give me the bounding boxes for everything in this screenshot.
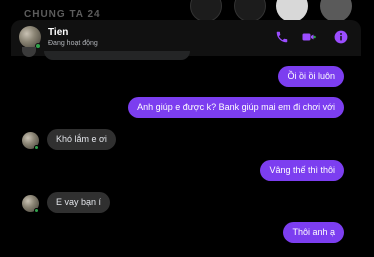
- background-button: [234, 0, 266, 22]
- background-button: [190, 0, 222, 22]
- outgoing-message[interactable]: Vâng thế thì thôi: [260, 160, 344, 181]
- background-avatar: [320, 0, 352, 22]
- contact-status: Đang hoạt động: [48, 40, 98, 47]
- contact-name[interactable]: Tien: [48, 27, 68, 38]
- online-indicator: [34, 145, 39, 150]
- background-screen-header: CHUNG TA 24: [0, 0, 374, 22]
- outgoing-message[interactable]: Anh giúp e được k? Bank giúp mai em đi c…: [128, 97, 344, 118]
- video-icon[interactable]: [302, 30, 316, 44]
- outgoing-message[interactable]: Thôi anh ạ: [283, 222, 344, 243]
- previous-message-bubble: [44, 51, 190, 60]
- background-avatar: [276, 0, 308, 22]
- background-chat-title: CHUNG TA 24: [24, 9, 101, 20]
- phone-icon[interactable]: [275, 30, 289, 44]
- info-icon[interactable]: [334, 30, 348, 44]
- online-indicator: [34, 208, 39, 213]
- outgoing-message[interactable]: Ồi ồi ồi luôn: [278, 66, 344, 87]
- incoming-message[interactable]: E vay bạn í: [47, 192, 111, 213]
- incoming-message[interactable]: Khó lắm e ơi: [47, 129, 116, 150]
